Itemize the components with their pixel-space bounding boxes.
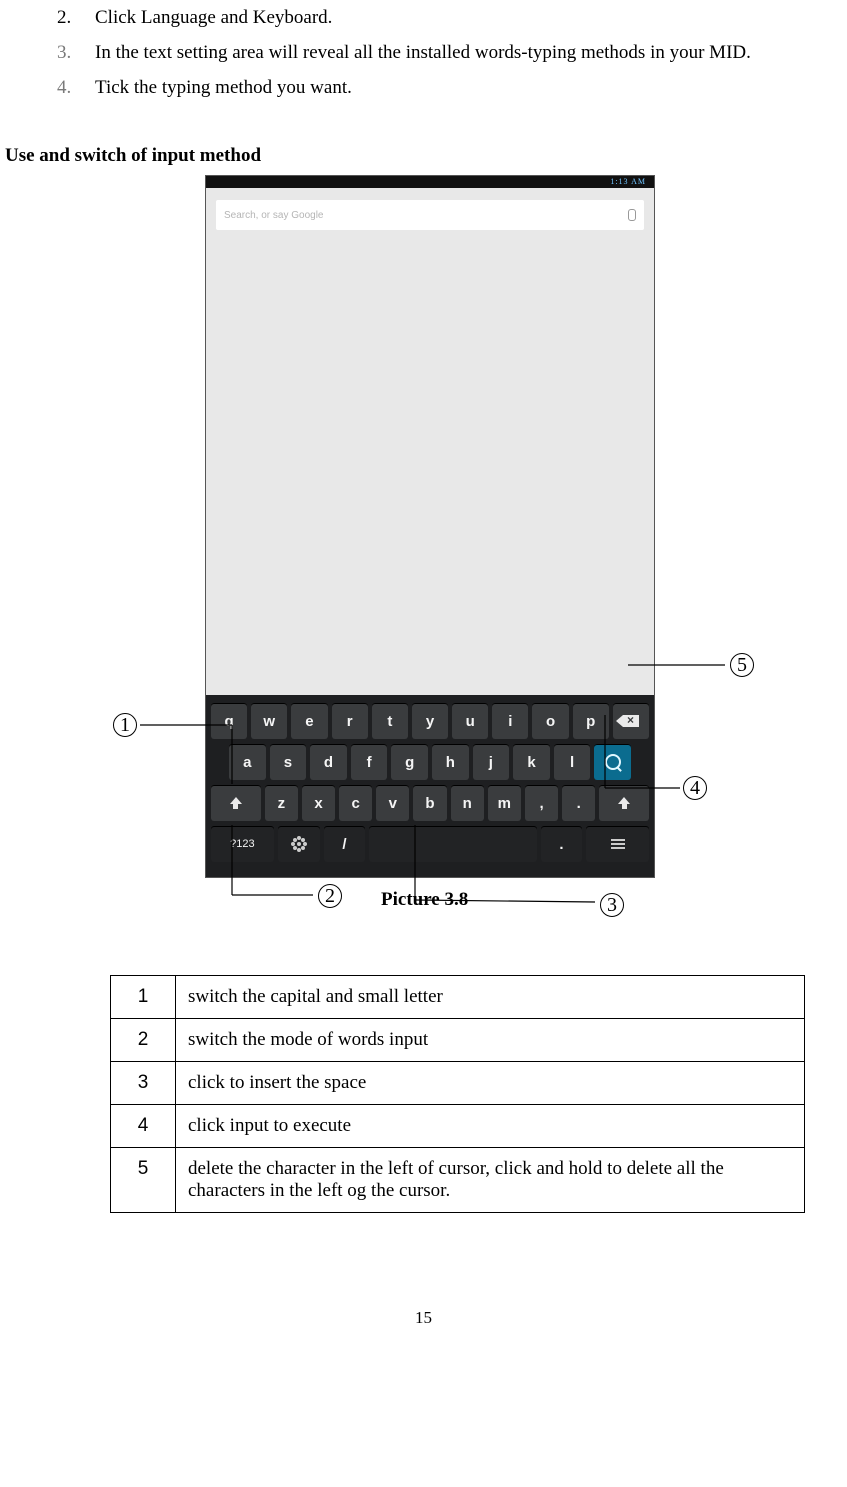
table-row: 2 switch the mode of words input bbox=[111, 1019, 805, 1062]
key-j[interactable]: j bbox=[473, 744, 510, 780]
shift-icon bbox=[230, 797, 242, 809]
key-v[interactable]: v bbox=[376, 785, 409, 821]
key-h[interactable]: h bbox=[432, 744, 469, 780]
instruction-item: 2. Click Language and Keyboard. bbox=[5, 0, 842, 35]
key-shift-left[interactable] bbox=[211, 785, 261, 821]
list-marker: 2. bbox=[57, 0, 71, 35]
legend-index: 3 bbox=[111, 1062, 176, 1105]
legend-index: 2 bbox=[111, 1019, 176, 1062]
page-number: 15 bbox=[5, 1308, 842, 1348]
key-z[interactable]: z bbox=[265, 785, 298, 821]
key-p[interactable]: p bbox=[573, 703, 609, 739]
key-row-4: ?123 / . bbox=[211, 826, 649, 862]
legend-text: switch the capital and small letter bbox=[176, 976, 805, 1019]
key-mode-switch[interactable]: ?123 bbox=[211, 826, 274, 862]
key-comma[interactable]: , bbox=[525, 785, 558, 821]
legend-text: click input to execute bbox=[176, 1105, 805, 1148]
key-c[interactable]: c bbox=[339, 785, 372, 821]
key-k[interactable]: k bbox=[513, 744, 550, 780]
list-text: Tick the typing method you want. bbox=[95, 77, 352, 98]
key-r[interactable]: r bbox=[332, 703, 368, 739]
key-m[interactable]: m bbox=[488, 785, 521, 821]
key-row-3: z x c v b n m , . bbox=[211, 785, 649, 821]
legend-text: delete the character in the left of curs… bbox=[176, 1148, 805, 1213]
legend-index: 5 bbox=[111, 1148, 176, 1213]
shift-icon bbox=[618, 797, 630, 809]
callout-2: 2 bbox=[318, 884, 342, 908]
table-row: 4 click input to execute bbox=[111, 1105, 805, 1148]
legend-index: 1 bbox=[111, 976, 176, 1019]
instruction-item: 4. Tick the typing method you want. bbox=[5, 70, 842, 105]
key-menu[interactable] bbox=[586, 826, 649, 862]
key-o[interactable]: o bbox=[532, 703, 568, 739]
key-row-1: q w e r t y u i o p bbox=[211, 703, 649, 739]
status-bar: 1:13 AM bbox=[206, 176, 654, 188]
backspace-icon bbox=[623, 715, 639, 727]
legend-text: click to insert the space bbox=[176, 1062, 805, 1105]
key-a[interactable]: a bbox=[229, 744, 266, 780]
key-i[interactable]: i bbox=[492, 703, 528, 739]
key-space[interactable] bbox=[369, 826, 536, 862]
instruction-item: 3. In the text setting area will reveal … bbox=[5, 35, 842, 70]
key-backspace[interactable] bbox=[613, 703, 649, 739]
settings-icon bbox=[297, 842, 301, 846]
legend-table: 1 switch the capital and small letter 2 … bbox=[110, 975, 805, 1213]
list-text: In the text setting area will reveal all… bbox=[95, 42, 751, 63]
key-search[interactable] bbox=[594, 744, 631, 780]
table-row: 5 delete the character in the left of cu… bbox=[111, 1148, 805, 1213]
table-row: 1 switch the capital and small letter bbox=[111, 976, 805, 1019]
key-settings[interactable] bbox=[278, 826, 320, 862]
callout-1: 1 bbox=[113, 713, 137, 737]
key-q[interactable]: q bbox=[211, 703, 247, 739]
key-e[interactable]: e bbox=[291, 703, 327, 739]
key-l[interactable]: l bbox=[554, 744, 591, 780]
key-n[interactable]: n bbox=[451, 785, 484, 821]
figure-caption: Picture 3.8 bbox=[381, 889, 468, 911]
key-period-alt[interactable]: . bbox=[541, 826, 583, 862]
key-period[interactable]: . bbox=[562, 785, 595, 821]
phone-screenshot: 1:13 AM Search, or say Google q w e r t … bbox=[205, 175, 655, 878]
callout-5: 5 bbox=[730, 653, 754, 677]
search-icon bbox=[605, 754, 621, 770]
key-d[interactable]: d bbox=[310, 744, 347, 780]
key-b[interactable]: b bbox=[413, 785, 446, 821]
key-slash[interactable]: / bbox=[324, 826, 366, 862]
key-f[interactable]: f bbox=[351, 744, 388, 780]
instruction-list: 2. Click Language and Keyboard. 3. In th… bbox=[5, 0, 842, 105]
callout-3: 3 bbox=[600, 893, 624, 917]
legend-text: switch the mode of words input bbox=[176, 1019, 805, 1062]
menu-icon bbox=[611, 839, 625, 849]
microphone-icon[interactable] bbox=[628, 209, 636, 221]
key-s[interactable]: s bbox=[270, 744, 307, 780]
key-u[interactable]: u bbox=[452, 703, 488, 739]
search-placeholder: Search, or say Google bbox=[224, 210, 324, 221]
key-t[interactable]: t bbox=[372, 703, 408, 739]
callout-4: 4 bbox=[683, 776, 707, 800]
key-w[interactable]: w bbox=[251, 703, 287, 739]
key-shift-right[interactable] bbox=[599, 785, 649, 821]
key-y[interactable]: y bbox=[412, 703, 448, 739]
search-bar[interactable]: Search, or say Google bbox=[216, 200, 644, 230]
on-screen-keyboard: q w e r t y u i o p a s d f bbox=[206, 695, 654, 877]
list-text: Click Language and Keyboard. bbox=[95, 7, 332, 28]
key-x[interactable]: x bbox=[302, 785, 335, 821]
key-g[interactable]: g bbox=[391, 744, 428, 780]
list-marker: 3. bbox=[57, 35, 71, 70]
key-row-2: a s d f g h j k l bbox=[211, 744, 649, 780]
section-heading: Use and switch of input method bbox=[5, 145, 842, 167]
status-time: 1:13 AM bbox=[610, 177, 646, 186]
figure: 1:13 AM Search, or say Google q w e r t … bbox=[5, 175, 847, 945]
table-row: 3 click to insert the space bbox=[111, 1062, 805, 1105]
legend-index: 4 bbox=[111, 1105, 176, 1148]
list-marker: 4. bbox=[57, 70, 71, 105]
